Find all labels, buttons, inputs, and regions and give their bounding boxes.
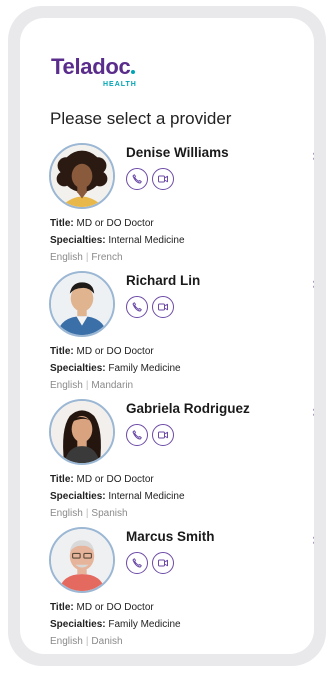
provider-title-line: Title: MD or DO Doctor [50,346,154,357]
provider-title-line: Title: MD or DO Doctor [50,218,154,229]
teladoc-logo: Teladoc HEALTH [51,54,136,89]
provider-languages: English | Spanish [50,508,128,519]
page-title: Please select a provider [50,109,232,128]
provider-specialty-line: Specialties: Internal Medicine [50,491,185,502]
phone-icon [132,430,142,440]
provider-specialty-line: Specialties: Internal Medicine [50,235,185,246]
provider-languages: English | French [50,252,123,263]
video-icon [158,559,168,567]
app-screen: Teladoc HEALTH Please select a provider … [20,18,314,654]
video-icon [158,303,168,311]
avatar [49,399,115,465]
provider-name: Gabriela Rodriguez [126,401,250,416]
chevron-right-icon[interactable]: › [312,402,314,421]
video-call-button[interactable] [152,296,174,318]
phone-call-button[interactable] [126,552,148,574]
provider-specialty-line: Specialties: Family Medicine [50,363,181,374]
avatar [49,143,115,209]
provider-name: Denise Williams [126,145,229,160]
phone-icon [132,174,142,184]
phone-call-button[interactable] [126,424,148,446]
logo-wordmark: Teladoc [51,54,131,79]
provider-title-line: Title: MD or DO Doctor [50,474,154,485]
provider-title-line: Title: MD or DO Doctor [50,602,154,613]
provider-languages: English | Danish [50,636,123,647]
chevron-right-icon[interactable]: › [312,146,314,165]
provider-name: Richard Lin [126,273,201,288]
phone-icon [132,558,142,568]
provider-languages: English | Mandarin [50,380,134,391]
video-icon [158,431,168,439]
provider-card-richard-lin[interactable]: Richard Lin › Title: MD or DO Doctor Spe… [20,271,314,398]
provider-card-gabriela-rodriguez[interactable]: Gabriela Rodriguez › Title: MD or DO Doc… [20,399,314,526]
chevron-right-icon[interactable]: › [312,274,314,293]
provider-specialty-line: Specialties: Family Medicine [50,619,181,630]
provider-card-marcus-smith[interactable]: Marcus Smith › Title: MD or DO Doctor Sp… [20,527,314,654]
logo-health-text: HEALTH [103,81,137,88]
phone-icon [132,302,142,312]
avatar [49,527,115,593]
phone-frame: Teladoc HEALTH Please select a provider … [8,6,326,666]
video-call-button[interactable] [152,552,174,574]
video-call-button[interactable] [152,424,174,446]
phone-call-button[interactable] [126,296,148,318]
video-icon [158,175,168,183]
avatar [49,271,115,337]
chevron-right-icon[interactable]: › [312,530,314,549]
provider-card-denise-williams[interactable]: Denise Williams › Title: MD or DO Doctor… [20,143,314,270]
provider-name: Marcus Smith [126,529,215,544]
video-call-button[interactable] [152,168,174,190]
phone-call-button[interactable] [126,168,148,190]
logo-dot [131,70,136,74]
